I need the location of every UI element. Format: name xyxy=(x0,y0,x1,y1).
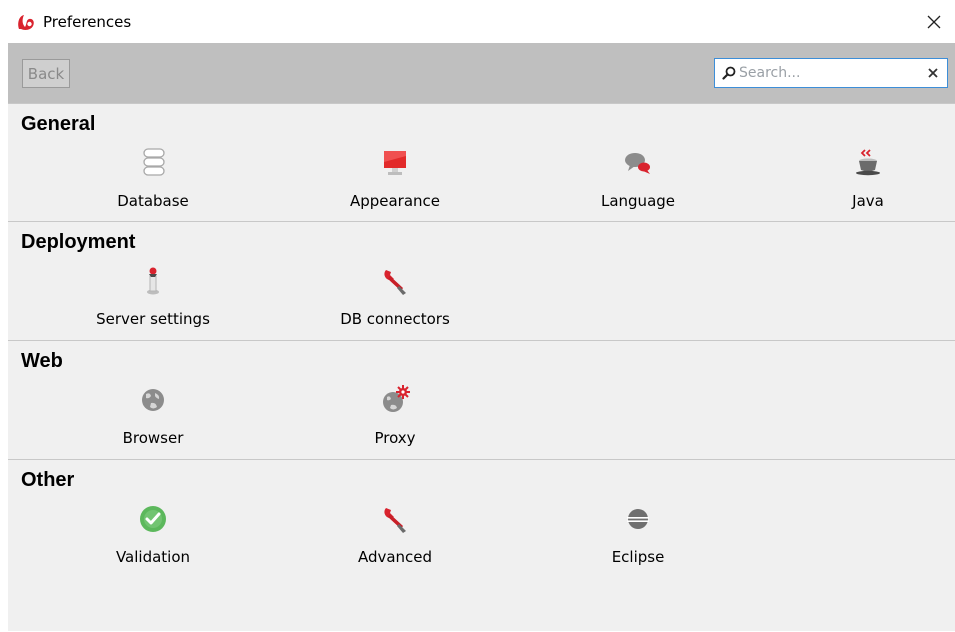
search-field[interactable] xyxy=(714,58,948,88)
pref-item-label: Database xyxy=(117,192,189,210)
pref-item-proxy[interactable]: Proxy xyxy=(295,380,495,460)
pref-item-validation[interactable]: Validation xyxy=(53,499,253,579)
appearance-monitor-icon xyxy=(384,151,406,175)
search-input[interactable] xyxy=(739,62,919,84)
pref-item-label: Proxy xyxy=(374,429,416,447)
section-general: General Database Appearance Language Jav… xyxy=(8,103,955,222)
preferences-window: Preferences Back General xyxy=(8,0,955,631)
section-title: Web xyxy=(21,350,63,372)
bonita-logo-icon xyxy=(18,15,34,30)
search-clear-button[interactable] xyxy=(925,64,941,82)
pref-item-label: Language xyxy=(600,192,676,210)
java-coffee-cup-icon xyxy=(856,149,880,176)
db-connectors-wrench-icon xyxy=(384,270,406,295)
pref-item-server-settings[interactable]: Server settings xyxy=(53,261,253,341)
pref-item-label: Server settings xyxy=(96,310,210,328)
section-web: Web Browser Proxy xyxy=(8,340,955,459)
toolbar: Back xyxy=(8,43,955,103)
pref-item-db-connectors[interactable]: DB connectors xyxy=(295,261,495,341)
close-button[interactable] xyxy=(913,0,955,43)
section-deployment: Deployment Server settings DB connectors xyxy=(8,221,955,340)
browser-globe-icon xyxy=(142,389,164,411)
window-title: Preferences xyxy=(43,13,132,31)
pref-item-database[interactable]: Database xyxy=(53,143,253,223)
pref-item-label: DB connectors xyxy=(340,310,450,328)
pref-item-label: Validation xyxy=(115,548,191,566)
server-settings-icon xyxy=(147,267,159,295)
section-title: General xyxy=(21,113,96,135)
pref-item-label: Java xyxy=(852,192,884,210)
pref-item-eclipse[interactable]: Eclipse xyxy=(538,499,738,579)
proxy-globe-gear-icon xyxy=(383,385,410,412)
pref-item-label: Advanced xyxy=(357,548,433,566)
pref-item-browser[interactable]: Browser xyxy=(53,380,253,460)
section-other: Other Validation Advanced Eclipse xyxy=(8,459,955,632)
search-icon xyxy=(722,66,736,80)
pref-item-language[interactable]: Language xyxy=(538,143,738,223)
clear-icon xyxy=(928,68,938,78)
close-icon xyxy=(927,15,941,28)
section-title: Deployment xyxy=(21,231,136,253)
pref-item-java[interactable]: Java xyxy=(768,143,955,223)
title-bar: Preferences xyxy=(8,0,955,43)
validation-check-icon xyxy=(140,506,166,532)
pref-item-label: Appearance xyxy=(349,192,441,210)
pref-item-label: Browser xyxy=(122,429,184,447)
language-speech-bubble-icon xyxy=(625,153,650,174)
database-icon xyxy=(143,148,165,176)
advanced-wrench-icon xyxy=(384,508,406,533)
section-title: Other xyxy=(21,469,75,491)
pref-item-advanced[interactable]: Advanced xyxy=(295,499,495,579)
pref-item-appearance[interactable]: Appearance xyxy=(295,143,495,223)
back-button[interactable]: Back xyxy=(22,59,70,88)
eclipse-icon xyxy=(627,509,649,529)
pref-item-label: Eclipse xyxy=(611,548,665,566)
